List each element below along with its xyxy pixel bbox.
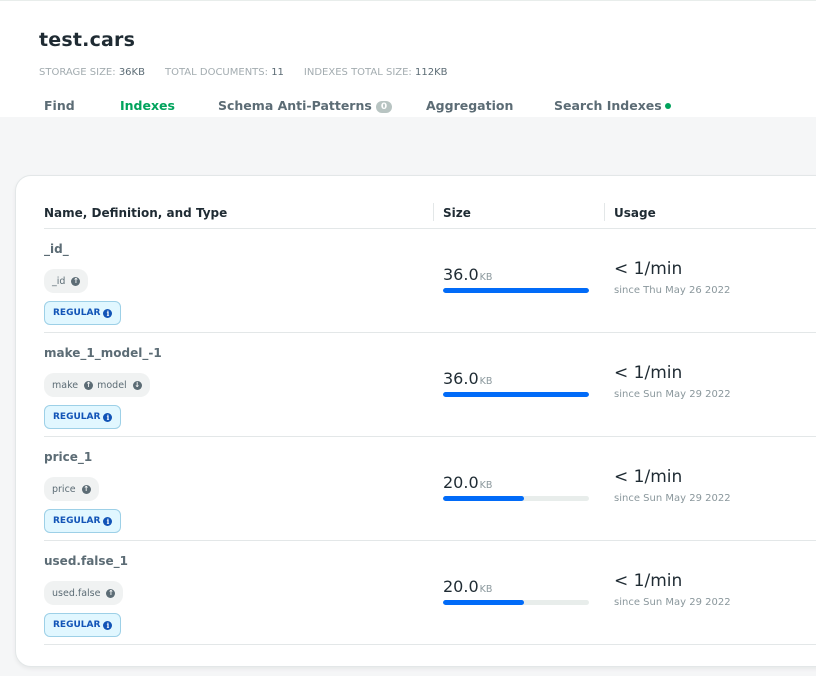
indexes-total-size-stat: INDEXES TOTAL SIZE: 112KB [304,67,448,78]
index-keys: _id ↑ [44,269,89,293]
tab-label: Aggregation [426,98,514,113]
index-size-unit: KB [479,584,493,595]
index-size: 36.0KB [443,369,492,388]
status-dot-icon [664,103,671,109]
index-key-label: price [52,483,76,495]
index-size-bar-fill [443,288,589,293]
index-size-value: 20.0 [443,473,479,492]
ascending-key-icon: ↑ [81,484,91,494]
index-keys: used.false ↑ [44,581,124,605]
index-name: used.false_1 [44,554,129,568]
index-type-badge[interactable]: REGULAR i [44,405,122,429]
index-size-value: 36.0 [443,265,479,284]
index-size-value: 36.0 [443,369,479,388]
index-size-unit: KB [479,480,493,491]
collection-stats: STORAGE SIZE: 36KB TOTAL DOCUMENTS: 11 I… [39,67,448,78]
index-name: price_1 [44,450,93,464]
table-row: make_1_model_-1 make ↑ model ↓ REGULAR i 36… [44,333,816,437]
index-size-bar [443,392,589,397]
collection-title: test.cars [39,29,136,51]
ascending-key-icon: ↑ [84,380,94,390]
table-row: _id_ _id ↑ REGULAR i 36.0KB < 1/min since … [44,229,816,333]
index-keys: price ↑ [44,477,99,501]
indexes-table-card: Name, Definition, and Type Size Usage _i… [15,175,816,667]
info-icon[interactable]: i [103,620,113,630]
tab-label: Search Indexes [554,98,662,113]
index-type-badge[interactable]: REGULAR i [44,509,122,533]
index-size: 20.0KB [443,473,492,492]
table-row: price_1 price ↑ REGULAR i 20.0KB < 1/min s… [44,437,816,541]
tab-label: Schema Anti-Patterns [218,98,372,113]
column-divider [604,203,605,221]
index-size-bar [443,600,589,605]
storage-size-value: 36KB [118,67,145,78]
index-key-label: model [97,379,127,391]
anti-patterns-count-badge: 0 [375,101,393,113]
index-name: _id_ [44,242,69,256]
total-documents-value: 11 [271,67,284,78]
index-size-bar [443,496,589,501]
table-header: Name, Definition, and Type Size Usage [44,203,816,229]
index-size-bar-fill [443,392,589,397]
column-header-name[interactable]: Name, Definition, and Type [44,206,227,220]
index-usage-since: since Sun May 29 2022 [614,389,731,400]
tab-label: Indexes [120,98,175,113]
index-size-bar-fill [443,496,525,501]
index-usage-since: since Thu May 26 2022 [614,285,731,296]
tab-aggregation[interactable]: Aggregation [426,98,513,113]
column-header-size[interactable]: Size [443,206,471,220]
tab-search-indexes[interactable]: Search Indexes [554,98,671,113]
column-header-usage[interactable]: Usage [614,206,656,220]
index-size-unit: KB [479,376,493,387]
index-name: make_1_model_-1 [44,346,162,360]
index-size: 20.0KB [443,577,492,596]
indexes-total-size-label: INDEXES TOTAL SIZE: [303,67,412,78]
storage-size-stat: STORAGE SIZE: 36KB [39,67,145,78]
info-icon[interactable]: i [103,516,113,526]
table-row: used.false_1 used.false ↑ REGULAR i 20.0KB… [44,541,816,645]
index-usage-value: < 1/min [614,571,683,591]
index-type-label: REGULAR [53,620,101,630]
index-key-label: make [52,379,79,391]
index-usage-value: < 1/min [614,363,683,383]
collection-header: test.cars STORAGE SIZE: 36KB TOTAL DOCUM… [0,0,816,117]
index-usage-value: < 1/min [614,259,683,279]
index-usage-since: since Sun May 29 2022 [614,493,731,504]
total-documents-stat: TOTAL DOCUMENTS: 11 [165,67,284,78]
index-size: 36.0KB [443,265,492,284]
info-icon[interactable]: i [103,412,113,422]
index-size-bar-fill [443,600,525,605]
index-type-label: REGULAR [53,412,101,422]
tab-label: Find [44,98,75,113]
tab-find[interactable]: Find [44,98,75,113]
total-documents-label: TOTAL DOCUMENTS: [164,67,268,78]
index-type-badge[interactable]: REGULAR i [44,613,122,637]
index-size-value: 20.0 [443,577,479,596]
index-type-badge[interactable]: REGULAR i [44,301,122,325]
index-key-label: _id [52,275,66,287]
index-size-unit: KB [479,272,493,283]
descending-key-icon: ↓ [132,380,142,390]
ascending-key-icon: ↑ [71,276,81,286]
index-type-label: REGULAR [53,308,101,318]
index-key-label: used.false [52,587,101,599]
tab-indexes[interactable]: Indexes [120,98,175,113]
index-size-bar [443,288,589,293]
info-icon[interactable]: i [103,308,113,318]
index-usage-since: since Sun May 29 2022 [614,597,731,608]
column-divider [433,203,434,221]
indexes-total-size-value: 112KB [415,67,448,78]
ascending-key-icon: ↑ [106,588,116,598]
storage-size-label: STORAGE SIZE: [39,67,116,78]
index-type-label: REGULAR [53,516,101,526]
tab-schema-anti-patterns[interactable]: Schema Anti-Patterns 0 [218,98,393,113]
index-keys: make ↑ model ↓ [44,373,150,397]
index-usage-value: < 1/min [614,467,683,487]
